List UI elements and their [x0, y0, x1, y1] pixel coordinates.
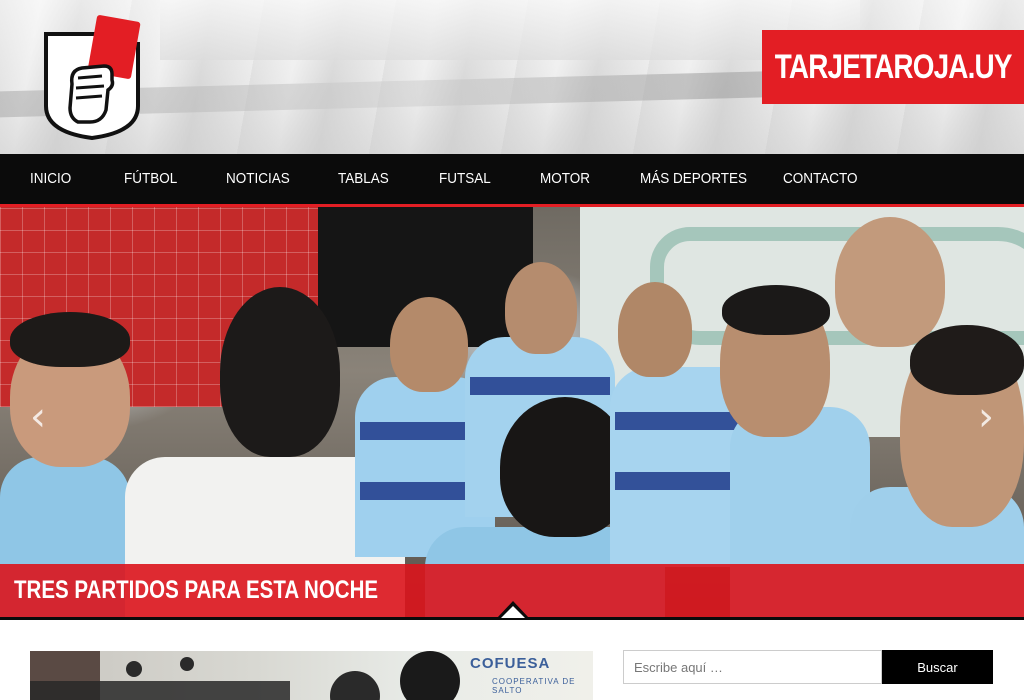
- player-figure: [505, 262, 577, 354]
- slider-next-button[interactable]: ›: [974, 397, 998, 437]
- thumb-figure: [330, 671, 380, 700]
- thumb-figure: [126, 661, 142, 677]
- thumb-brand-text: COFUESA: [470, 655, 551, 672]
- thumb-figure: [400, 651, 460, 700]
- nav-item-inicio[interactable]: INICIO: [30, 154, 76, 204]
- chevron-right-icon: ›: [978, 394, 994, 440]
- search-button[interactable]: Buscar: [882, 650, 993, 684]
- search-input[interactable]: [623, 650, 882, 684]
- player-figure: [618, 282, 692, 377]
- thumb-figure: [180, 657, 194, 671]
- player-figure: [835, 217, 945, 347]
- nav-item-label: MOTOR: [540, 170, 591, 187]
- slider-prev-button[interactable]: ‹: [26, 397, 50, 437]
- chevron-left-icon: ‹: [30, 394, 46, 440]
- post-thumbnail[interactable]: COFUESA COOPERATIVA DE SALTO: [30, 651, 593, 700]
- site-logo[interactable]: [42, 14, 142, 141]
- shirt-stripe: [470, 377, 610, 395]
- nav-item-label: FÚTBOL: [124, 170, 178, 187]
- nav-item-label: NOTICIAS: [226, 170, 290, 187]
- nav-item-noticias[interactable]: NOTICIAS: [226, 154, 297, 204]
- featured-slider[interactable]: ‹ › TRES PARTIDOS PARA ESTA NOCHE: [0, 207, 1024, 617]
- nav-item-label: CONTACTO: [783, 170, 858, 187]
- slide-caption-title[interactable]: TRES PARTIDOS PARA ESTA NOCHE: [14, 564, 378, 617]
- nav-item-tablas[interactable]: TABLAS: [338, 154, 394, 204]
- player-figure: [220, 287, 340, 457]
- nav-item-futbol[interactable]: FÚTBOL: [124, 154, 183, 204]
- nav-item-mas-deportes[interactable]: MÁS DEPORTES: [640, 154, 759, 204]
- nav-item-label: MÁS DEPORTES: [640, 170, 748, 187]
- site-header: TARJETAROJA.UY: [0, 0, 1024, 154]
- thumb-caption-bar: [30, 681, 290, 700]
- slider-pointer-inner: [501, 606, 525, 618]
- nav-item-motor[interactable]: MOTOR: [540, 154, 596, 204]
- nav-item-contacto[interactable]: CONTACTO: [783, 154, 866, 204]
- main-navigation: INICIO FÚTBOL NOTICIAS TABLAS FUTSAL MOT…: [0, 154, 1024, 207]
- nav-item-label: INICIO: [30, 170, 72, 187]
- thumb-brand-subtext: COOPERATIVA DE SALTO: [492, 677, 576, 695]
- player-figure: [722, 285, 830, 335]
- nav-item-label: FUTSAL: [439, 170, 491, 187]
- nav-item-futsal[interactable]: FUTSAL: [439, 154, 497, 204]
- nav-item-label: TABLAS: [338, 170, 389, 187]
- red-card-hand-shield-icon: [44, 15, 141, 141]
- player-figure: [10, 312, 130, 367]
- header-background-light: [160, 0, 860, 60]
- player-figure: [910, 325, 1024, 395]
- player-figure: [390, 297, 468, 392]
- site-title[interactable]: TARJETAROJA.UY: [762, 30, 1024, 104]
